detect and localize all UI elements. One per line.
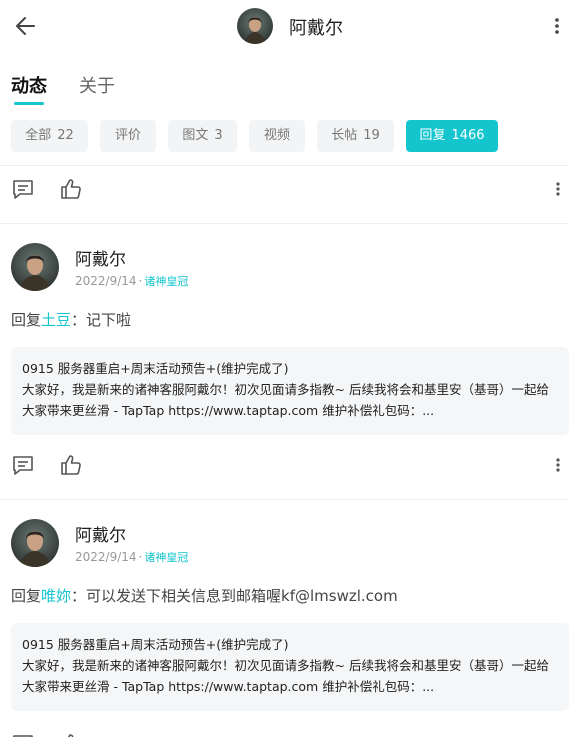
chip-label: 视频 <box>263 128 290 143</box>
action-row <box>0 726 569 737</box>
filter-chip-image-text[interactable]: 图文 3 <box>168 120 237 152</box>
filter-chip-video[interactable]: 视频 <box>249 120 305 152</box>
quoted-post[interactable]: 0915 服务器重启+周末活动预告+(维护完成了) 大家好，我是新来的诸神客服阿… <box>11 623 569 711</box>
post-date: 2022/9/14 <box>75 550 137 564</box>
chip-label: 长帖 <box>331 128 358 143</box>
chip-count: 1466 <box>451 128 485 143</box>
reply-mention[interactable]: 唯妳 <box>41 587 71 605</box>
reply-text: 回复唯妳：可以发送下相关信息到邮箱喔kf@lmswzl.com <box>11 585 398 606</box>
reply-prefix: 回复 <box>11 587 42 605</box>
thumbs-up-icon[interactable] <box>59 177 83 201</box>
divider <box>0 499 569 500</box>
top-bar: 阿戴尔 <box>0 0 569 52</box>
quoted-post[interactable]: 0915 服务器重启+周末活动预告+(维护完成了) 大家好，我是新来的诸神客服阿… <box>11 347 569 435</box>
chip-label: 回复 <box>419 128 446 143</box>
chip-label: 全部 <box>25 128 52 143</box>
comment-icon[interactable] <box>11 453 35 477</box>
post-meta: 2022/9/14 · 诸神皇冠 <box>75 273 188 289</box>
chip-count: 3 <box>214 128 223 143</box>
filter-chip-long-post[interactable]: 长帖 19 <box>317 120 394 152</box>
header-avatar[interactable] <box>237 8 273 44</box>
divider <box>0 223 569 224</box>
action-row <box>0 174 569 204</box>
tab-activity[interactable]: 动态 <box>11 72 47 98</box>
reply-mention[interactable]: 土豆 <box>41 311 71 329</box>
more-vertical-icon[interactable] <box>550 454 566 476</box>
game-badge[interactable]: 诸神皇冠 <box>144 275 188 288</box>
more-vertical-icon[interactable] <box>548 14 566 38</box>
reply-content: ：可以发送下相关信息到邮箱喔kf@lmswzl.com <box>71 587 398 605</box>
comment-icon[interactable] <box>11 732 35 737</box>
reply-prefix: 回复 <box>11 311 42 329</box>
divider <box>0 165 569 166</box>
filter-chip-all[interactable]: 全部 22 <box>11 120 88 152</box>
quoted-body: 大家好，我是新来的诸神客服阿戴尔！初次见面请多指教~ 后续我将会和基里安（基哥）… <box>22 382 549 418</box>
comment-icon[interactable] <box>11 177 35 201</box>
chip-label: 图文 <box>182 128 209 143</box>
meta-separator: · <box>138 550 143 564</box>
back-arrow-icon[interactable] <box>12 12 40 40</box>
reply-text: 回复土豆：记下啦 <box>11 309 131 330</box>
quoted-title: 0915 服务器重启+周末活动预告+(维护完成了) <box>22 637 289 652</box>
tab-about[interactable]: 关于 <box>79 72 115 98</box>
more-vertical-icon[interactable] <box>550 178 566 200</box>
post-date: 2022/9/14 <box>75 274 137 288</box>
active-tab-indicator <box>14 102 44 105</box>
quoted-body: 大家好，我是新来的诸神客服阿戴尔！初次见面请多指教~ 后续我将会和基里安（基哥）… <box>22 658 549 694</box>
post-meta: 2022/9/14 · 诸神皇冠 <box>75 549 188 565</box>
author-name[interactable]: 阿戴尔 <box>75 245 126 270</box>
chip-label: 评价 <box>114 128 141 143</box>
thumbs-up-icon[interactable] <box>59 732 83 737</box>
thumbs-up-icon[interactable] <box>59 453 83 477</box>
avatar[interactable] <box>11 243 59 291</box>
header-name: 阿戴尔 <box>289 18 343 39</box>
quoted-title: 0915 服务器重启+周末活动预告+(维护完成了) <box>22 361 289 376</box>
filter-chip-review[interactable]: 评价 <box>100 120 156 152</box>
meta-separator: · <box>138 274 143 288</box>
author-name[interactable]: 阿戴尔 <box>75 521 126 546</box>
filter-chips: 全部 22 评价 图文 3 视频 长帖 19 回复 1466 <box>0 120 569 152</box>
action-row <box>0 450 569 480</box>
filter-chip-reply[interactable]: 回复 1466 <box>406 120 498 152</box>
reply-content: ：记下啦 <box>71 311 132 329</box>
chip-count: 22 <box>57 128 74 143</box>
avatar[interactable] <box>11 519 59 567</box>
profile-tabs: 动态 关于 <box>0 62 569 108</box>
chip-count: 19 <box>363 128 380 143</box>
game-badge[interactable]: 诸神皇冠 <box>144 551 188 564</box>
